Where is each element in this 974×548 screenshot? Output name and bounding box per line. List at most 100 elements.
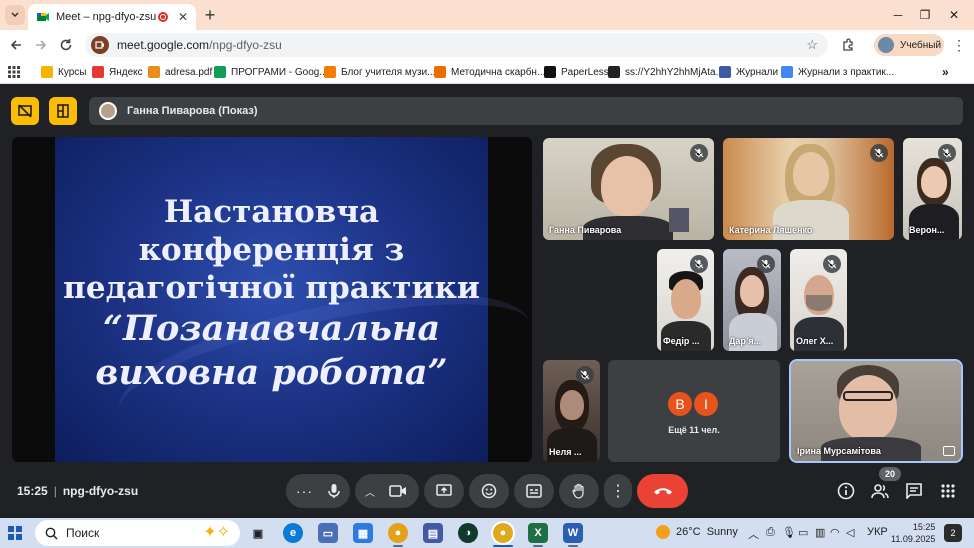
tray-app-icon[interactable]: ⎙ [766, 526, 775, 539]
present-screen-button[interactable] [424, 474, 464, 508]
meeting-time: 15:25 [17, 484, 48, 498]
more-options-button[interactable]: ⋮ [604, 474, 632, 508]
windows-start-icon[interactable] [8, 526, 22, 540]
chevron-up-icon[interactable]: ︿ [365, 484, 375, 499]
leave-call-button[interactable] [637, 474, 688, 508]
avatar [878, 37, 894, 53]
save-disk-icon[interactable]: ▤ [423, 523, 443, 543]
close-window-button[interactable]: ✕ [944, 6, 964, 24]
network-icon[interactable]: ▥ [815, 526, 825, 539]
participant-name: Дар’я... [729, 336, 762, 346]
bookmark-item[interactable]: PaperLess [544, 65, 609, 79]
pip-icon[interactable] [943, 446, 955, 456]
bookmark-item[interactable]: Курсы [41, 65, 86, 79]
slide-line-2: конференція з [138, 231, 405, 268]
participant-tile[interactable]: Ганна Пиварова [543, 138, 714, 240]
bookmark-item[interactable]: ПРОГРАМИ - Goog... [214, 65, 328, 79]
reload-button[interactable] [56, 35, 76, 55]
language-indicator[interactable]: УКР [867, 526, 888, 538]
site-info-icon[interactable] [91, 36, 109, 54]
participant-tile[interactable]: Олег Х... [790, 249, 847, 351]
browser-tab-meet[interactable]: Meet – npg-dfyo-zsu ✕ [28, 4, 196, 30]
close-tab-icon[interactable]: ✕ [178, 10, 188, 24]
participant-video [921, 166, 947, 198]
bookmark-label: ПРОГРАМИ - Goog... [231, 66, 328, 78]
more-participants-label: Ещё 11 чел. [668, 425, 720, 435]
bookmark-label: adresa.pdf [165, 66, 213, 78]
extensions-button[interactable] [838, 35, 858, 55]
profile-button[interactable]: Учебный [874, 34, 944, 56]
mic-off-icon [690, 144, 708, 162]
forward-button[interactable] [31, 35, 51, 55]
chrome-icon[interactable]: ● [388, 523, 408, 543]
raise-hand-button[interactable] [559, 474, 599, 508]
presentation-banner[interactable]: Ганна Пиварова (Показ) [89, 97, 963, 125]
system-clock[interactable]: 15:25 11.09.2025 [891, 521, 935, 545]
notifications-badge[interactable]: 2 [944, 524, 962, 542]
microphone-tray-icon[interactable]: 🎙︎ [782, 526, 796, 539]
participant-tile[interactable]: Неля ... [543, 360, 600, 462]
companion-mode-button[interactable] [11, 97, 39, 125]
excel-icon[interactable]: X [528, 523, 548, 543]
minimize-button[interactable]: ─ [888, 6, 908, 24]
participant-video [560, 390, 584, 420]
participant-name: Ганна Пиварова [549, 225, 622, 235]
reactions-button[interactable] [469, 474, 509, 508]
tab-search-button[interactable] [5, 5, 25, 25]
word-icon[interactable]: W [563, 523, 583, 543]
task-view-icon[interactable]: ▣ [248, 523, 268, 543]
more-participants-tile[interactable]: В І Ещё 11 чел. [608, 360, 780, 462]
app-icon[interactable]: ◑ [458, 523, 478, 543]
bookmark-star-icon[interactable]: ☆ [806, 37, 818, 53]
bookmark-item[interactable]: Блог учителя музи... [324, 65, 435, 79]
store-icon[interactable]: ▦ [353, 523, 373, 543]
file-explorer-icon[interactable]: ▭ [318, 523, 338, 543]
chrome-active-icon[interactable]: ● [491, 521, 515, 545]
participant-tile[interactable]: Федір ... [657, 249, 714, 351]
tray-chevron-up-icon[interactable]: ︿ [748, 526, 759, 542]
google-sheets-icon [214, 66, 226, 78]
back-button[interactable] [6, 35, 26, 55]
participant-name: Олег Х... [796, 336, 834, 346]
captions-button[interactable] [514, 474, 554, 508]
bookmark-item[interactable]: Журнали [719, 65, 778, 79]
meet-window: Ганна Пиварова (Показ) Настановча конфер… [0, 84, 974, 518]
slide-line-3: педагогічної практики [63, 269, 480, 306]
participant-tile[interactable]: Катерина Ляшенко [723, 138, 894, 240]
weather-widget[interactable]: 26°C Sunny [656, 525, 738, 539]
bookmark-label: Журнали з практик... [798, 66, 895, 78]
volume-icon[interactable]: ◁ [846, 526, 854, 539]
bookmark-item[interactable]: ss://Y2hhY2hhMjAta... [608, 65, 724, 79]
bookmark-item[interactable]: Методична скарбн... [434, 65, 545, 79]
camera-icon[interactable] [389, 484, 407, 498]
layout-button[interactable] [49, 97, 77, 125]
maximize-button[interactable]: ❐ [915, 6, 935, 24]
browser-menu-button[interactable]: ⋮ [949, 35, 969, 55]
apps-button[interactable] [8, 65, 20, 79]
camera-tray-icon[interactable]: ▭ [798, 526, 808, 539]
activities-button[interactable] [937, 480, 959, 502]
self-view-tile[interactable]: Ірина Мурсамітова [789, 359, 963, 463]
edge-icon[interactable]: e [283, 523, 303, 543]
bookmark-item[interactable]: Яндекс [92, 65, 143, 79]
microphone-icon[interactable] [327, 483, 341, 499]
address-bar[interactable]: meet.google.com/npg-dfyo-zsu ☆ [85, 33, 828, 57]
participant-tile[interactable]: Верон... [903, 138, 962, 240]
presentation-slide: Настановча конференція з педагогічної пр… [55, 137, 532, 462]
people-button[interactable] [869, 480, 891, 502]
bookmark-item[interactable]: Журнали з практик... [781, 65, 894, 79]
participant-tile[interactable]: Дар’я... [723, 249, 781, 351]
search-icon [45, 527, 58, 540]
wifi-icon[interactable]: ◠ [830, 526, 840, 539]
bookmarks-bar: Курсы Яндекс adresa.pdf ПРОГРАМИ - Goog.… [0, 60, 974, 84]
bookmark-item[interactable]: adresa.pdf [148, 65, 212, 79]
audio-options-icon[interactable]: ··· [296, 483, 313, 499]
running-indicator [393, 545, 403, 547]
meeting-details-button[interactable] [835, 480, 857, 502]
presenter-label: Ганна Пиварова (Показ) [127, 105, 258, 117]
more-bookmarks-button[interactable]: » [942, 65, 949, 79]
participant-video [839, 375, 897, 441]
chat-button[interactable] [903, 480, 925, 502]
taskbar-search[interactable]: Поиск ✦✧ [35, 520, 240, 546]
new-tab-button[interactable]: + [200, 5, 220, 25]
